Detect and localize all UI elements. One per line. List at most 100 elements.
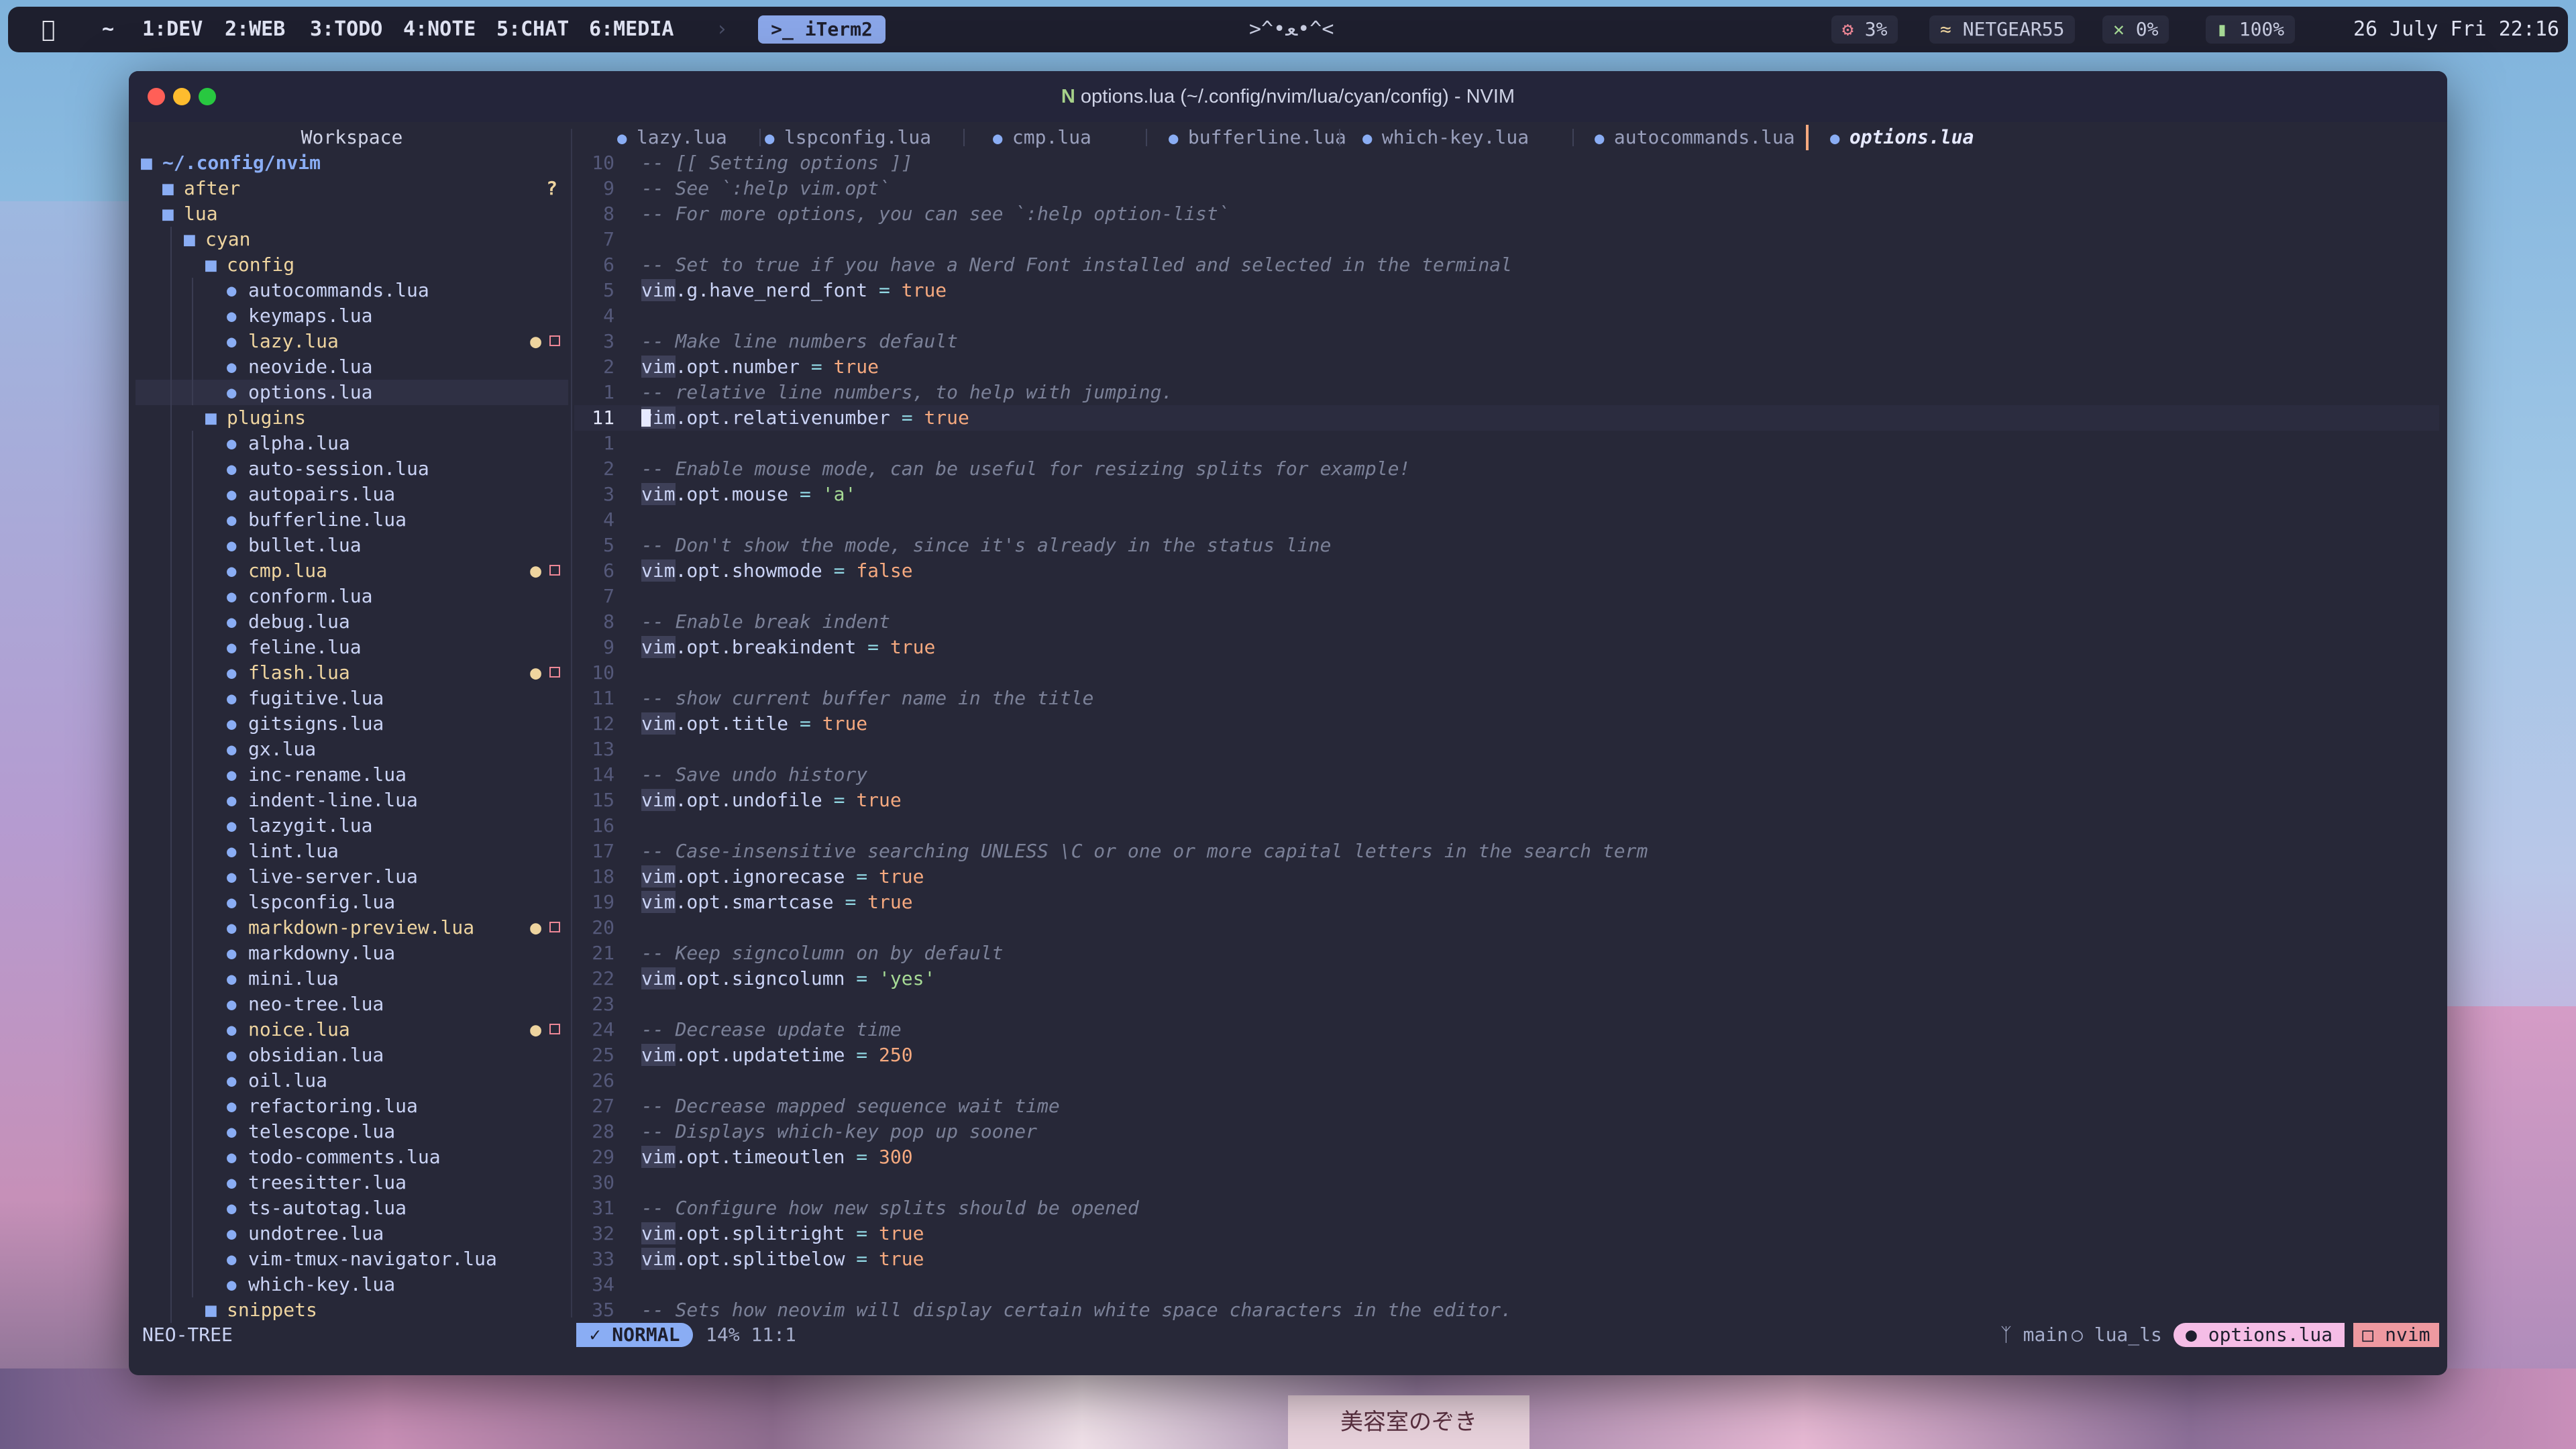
tree-file-item[interactable]: ● fugitive.lua [136, 686, 568, 711]
code-line[interactable]: 11 vim.opt.relativenumber = true [574, 405, 2439, 431]
code-line[interactable]: 9 vim.opt.breakindent = true [574, 635, 2439, 660]
code-line[interactable]: 35 -- Sets how neovim will display certai… [574, 1297, 2439, 1323]
code-line[interactable]: 33 vim.opt.splitbelow = true [574, 1246, 2439, 1272]
tree-file-item[interactable]: ● options.lua [136, 380, 568, 405]
volume-widget[interactable]: ✕ 0% [2102, 15, 2169, 44]
workspace-4[interactable]: 4:NOTE [403, 7, 476, 52]
tree-file-item[interactable]: ● autocommands.lua [136, 278, 568, 303]
code-line[interactable]: 28 -- Displays which-key pop up sooner [574, 1119, 2439, 1144]
code-line[interactable]: 23 [574, 991, 2439, 1017]
code-line[interactable]: 5 -- Don't show the mode, since it's alre… [574, 533, 2439, 558]
code-line[interactable]: 13 [574, 737, 2439, 762]
split-divider[interactable] [571, 129, 572, 1318]
tree-file-item[interactable]: ● markdown-preview.lua ● [136, 915, 568, 941]
tree-file-item[interactable]: ● conform.lua [136, 584, 568, 609]
tree-file-item[interactable]: ● alpha.lua [136, 431, 568, 456]
tree-file-item[interactable]: ● noice.lua ● [136, 1017, 568, 1042]
tree-file-item[interactable]: ● which-key.lua [136, 1272, 568, 1297]
tree-file-item[interactable]: ● bullet.lua [136, 533, 568, 558]
apple-icon[interactable]:  [42, 7, 55, 52]
code-line[interactable]: 31 -- Configure how new splits should be … [574, 1195, 2439, 1221]
code-line[interactable]: 10 [574, 660, 2439, 686]
code-line[interactable]: 32 vim.opt.splitright = true [574, 1221, 2439, 1246]
tree-folder-item[interactable]: ■ ~/.config/nvim [136, 150, 568, 176]
cpu-widget[interactable]: ⚙ 3% [1831, 15, 1898, 44]
code-line[interactable]: 3 vim.opt.mouse = 'a' [574, 482, 2439, 507]
workspace-5[interactable]: 5:CHAT [496, 7, 569, 52]
tree-file-item[interactable]: ● telescope.lua [136, 1119, 568, 1144]
code-line[interactable]: 12 vim.opt.title = true [574, 711, 2439, 737]
code-line[interactable]: 1 -- relative line numbers, to help with … [574, 380, 2439, 405]
code-line[interactable]: 18 vim.opt.ignorecase = true [574, 864, 2439, 890]
tree-file-item[interactable]: ● keymaps.lua [136, 303, 568, 329]
tree-file-item[interactable]: ● oil.lua [136, 1068, 568, 1093]
tree-folder-item[interactable]: ■ cyan [136, 227, 568, 252]
tree-file-item[interactable]: ● refactoring.lua [136, 1093, 568, 1119]
tree-folder-item[interactable]: ■ after? [136, 176, 568, 201]
code-line[interactable]: 22 vim.opt.signcolumn = 'yes' [574, 966, 2439, 991]
code-line[interactable]: 2 -- Enable mouse mode, can be useful for… [574, 456, 2439, 482]
code-editor[interactable]: 10 -- [[ Setting options ]] 9 -- See `:help… [574, 150, 2439, 1321]
tree-file-item[interactable]: ● autopairs.lua [136, 482, 568, 507]
tree-file-item[interactable]: ● lint.lua [136, 839, 568, 864]
tree-folder-item[interactable]: ■ plugins [136, 405, 568, 431]
tree-file-item[interactable]: ● auto-session.lua [136, 456, 568, 482]
code-line[interactable]: 6 -- Set to true if you have a Nerd Font … [574, 252, 2439, 278]
buffer-tab[interactable]: ● lspconfig.lua [765, 125, 931, 150]
tree-file-item[interactable]: ● obsidian.lua [136, 1042, 568, 1068]
code-line[interactable]: 26 [574, 1068, 2439, 1093]
workspace-2[interactable]: 2:WEB [225, 7, 285, 52]
code-line[interactable]: 34 [574, 1272, 2439, 1297]
code-line[interactable]: 3 -- Make line numbers default [574, 329, 2439, 354]
code-line[interactable]: 14 -- Save undo history [574, 762, 2439, 788]
active-app-iterm2[interactable]: >_ iTerm2 [758, 15, 885, 44]
tree-file-item[interactable]: ● inc-rename.lua [136, 762, 568, 788]
minimize-button[interactable] [173, 88, 191, 105]
code-line[interactable]: 8 -- For more options, you can see `:help… [574, 201, 2439, 227]
tree-file-item[interactable]: ● todo-comments.lua [136, 1144, 568, 1170]
tree-file-item[interactable]: ● gx.lua [136, 737, 568, 762]
tree-file-item[interactable]: ● debug.lua [136, 609, 568, 635]
code-line[interactable]: 20 [574, 915, 2439, 941]
code-line[interactable]: 4 [574, 303, 2439, 329]
tree-file-item[interactable]: ● indent-line.lua [136, 788, 568, 813]
code-line[interactable]: 10 -- [[ Setting options ]] [574, 150, 2439, 176]
code-line[interactable]: 4 [574, 507, 2439, 533]
tree-file-item[interactable]: ● flash.lua ● [136, 660, 568, 686]
code-line[interactable]: 21 -- Keep signcolumn on by default [574, 941, 2439, 966]
buffer-tab[interactable]: ● bufferline.lua [1169, 125, 1346, 150]
code-line[interactable]: 19 vim.opt.smartcase = true [574, 890, 2439, 915]
workspace-3[interactable]: 3:TODO [310, 7, 382, 52]
tree-file-item[interactable]: ● treesitter.lua [136, 1170, 568, 1195]
code-line[interactable]: 9 -- See `:help vim.opt` [574, 176, 2439, 201]
tree-file-item[interactable]: ● bufferline.lua [136, 507, 568, 533]
tree-file-item[interactable]: ● neovide.lua [136, 354, 568, 380]
code-line[interactable]: 2 vim.opt.number = true [574, 354, 2439, 380]
tree-folder-item[interactable]: ■ lua [136, 201, 568, 227]
workspace-home[interactable]: ~ [102, 7, 114, 52]
code-line[interactable]: 6 vim.opt.showmode = false [574, 558, 2439, 584]
tree-file-item[interactable]: ● feline.lua [136, 635, 568, 660]
buffer-tab[interactable]: ● options.lua [1830, 125, 1974, 150]
code-line[interactable]: 1 [574, 431, 2439, 456]
battery-widget[interactable]: ▮ 100% [2206, 15, 2296, 44]
clock[interactable]: 26 July Fri 22:16 [2353, 7, 2559, 52]
tree-file-item[interactable]: ● markdowny.lua [136, 941, 568, 966]
zoom-button[interactable] [199, 88, 216, 105]
tree-file-item[interactable]: ● live-server.lua [136, 864, 568, 890]
code-line[interactable]: 5 vim.g.have_nerd_font = true [574, 278, 2439, 303]
tree-file-item[interactable]: ● lazy.lua ● [136, 329, 568, 354]
code-line[interactable]: 11 -- show current buffer name in the tit… [574, 686, 2439, 711]
buffer-tab[interactable]: ● lazy.lua [617, 125, 727, 150]
code-line[interactable]: 27 -- Decrease mapped sequence wait time [574, 1093, 2439, 1119]
code-line[interactable]: 16 [574, 813, 2439, 839]
code-line[interactable]: 24 -- Decrease update time [574, 1017, 2439, 1042]
tree-file-item[interactable]: ● mini.lua [136, 966, 568, 991]
close-button[interactable] [148, 88, 165, 105]
tree-file-item[interactable]: ● undotree.lua [136, 1221, 568, 1246]
code-line[interactable]: 25 vim.opt.updatetime = 250 [574, 1042, 2439, 1068]
tree-folder-item[interactable]: ■ config [136, 252, 568, 278]
tree-file-item[interactable]: ● lazygit.lua [136, 813, 568, 839]
tree-file-item[interactable]: ● gitsigns.lua [136, 711, 568, 737]
code-line[interactable]: 7 [574, 227, 2439, 252]
